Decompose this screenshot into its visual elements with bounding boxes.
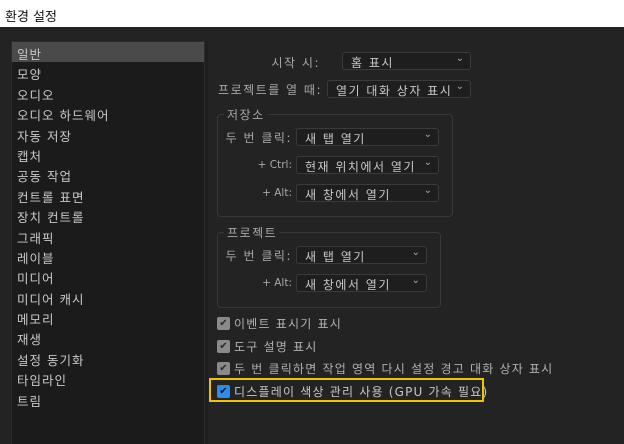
checkbox-label: 이벤트 표시기 표시 (234, 317, 342, 331)
bin-alt-dropdown[interactable]: 새 창에서 열기 ⌄ (296, 184, 439, 202)
open-project-label: 프로젝트를 열 때: (218, 83, 322, 97)
bin-alt-value: 새 창에서 열기 (305, 188, 391, 202)
sidebar-item-audio[interactable]: 오디오 (12, 83, 204, 103)
window-title: 환경 설정 (0, 0, 624, 27)
sidebar-item-playback[interactable]: 재생 (12, 327, 204, 347)
bin-double-click-value: 새 탭 열기 (305, 132, 366, 146)
project-group-title: 프로젝트 (224, 224, 281, 241)
bin-group-title: 저장소 (224, 106, 268, 123)
bin-double-click-dropdown[interactable]: 새 탭 열기 ⌄ (296, 128, 439, 146)
highlight-box (209, 378, 484, 402)
project-double-click-value: 새 탭 열기 (305, 250, 366, 264)
startup-value: 홈 표시 (351, 56, 394, 70)
workspace-reset-warning-checkbox[interactable]: ✔ 두 번 클릭하면 작업 영역 다시 설정 경고 대화 상자 표시 (217, 360, 553, 377)
startup-label: 시작 시: (271, 56, 320, 70)
project-alt-dropdown[interactable]: 새 창에서 열기 ⌄ (296, 274, 427, 292)
sidebar-item-control-surface[interactable]: 컨트롤 표면 (12, 185, 204, 205)
project-alt-label: + Alt: (262, 277, 292, 289)
checkmark-icon: ✔ (217, 340, 230, 353)
sidebar-item-graphics[interactable]: 그래픽 (12, 226, 204, 246)
project-double-click-dropdown[interactable]: 새 탭 열기 ⌄ (296, 246, 427, 264)
sidebar-item-media[interactable]: 미디어 (12, 266, 204, 286)
sidebar-item-device-control[interactable]: 장치 컨트롤 (12, 205, 204, 225)
show-event-indicators-checkbox[interactable]: ✔ 이벤트 표시기 표시 (217, 315, 342, 332)
project-group (217, 232, 441, 308)
project-double-click-label: 두 번 클릭: (225, 249, 292, 263)
chevron-down-icon: ⌄ (423, 185, 432, 196)
bin-ctrl-label: + Ctrl: (257, 159, 292, 171)
sidebar-item-trim[interactable]: 트림 (12, 389, 204, 409)
sidebar-item-capture[interactable]: 캡처 (12, 144, 204, 164)
sidebar-item-collaboration[interactable]: 공동 작업 (12, 164, 204, 184)
sidebar-item-general[interactable]: 일반 (12, 42, 204, 63)
bin-ctrl-value: 현재 위치에서 열기 (305, 160, 416, 174)
sidebar-item-auto-save[interactable]: 자동 저장 (12, 124, 204, 144)
bin-ctrl-dropdown[interactable]: 현재 위치에서 열기 ⌄ (296, 156, 439, 174)
chevron-down-icon: ⌄ (411, 275, 420, 286)
checkmark-icon: ✔ (217, 362, 230, 375)
project-alt-value: 새 창에서 열기 (305, 278, 391, 292)
startup-dropdown[interactable]: 홈 표시 ⌄ (342, 52, 471, 70)
open-project-value: 열기 대화 상자 표시 (336, 84, 453, 98)
checkbox-label: 두 번 클릭하면 작업 영역 다시 설정 경고 대화 상자 표시 (234, 362, 554, 376)
sidebar-item-timeline[interactable]: 타임라인 (12, 368, 204, 388)
open-project-dropdown[interactable]: 열기 대화 상자 표시 ⌄ (327, 80, 471, 98)
chevron-down-icon: ⌄ (423, 129, 432, 140)
sidebar-item-audio-hardware[interactable]: 오디오 하드웨어 (12, 103, 204, 123)
checkbox-label: 도구 설명 표시 (234, 340, 318, 354)
bin-double-click-label: 두 번 클릭: (225, 131, 292, 145)
sidebar-item-media-cache[interactable]: 미디어 캐시 (12, 287, 204, 307)
chevron-down-icon: ⌄ (455, 81, 464, 92)
sidebar-item-labels[interactable]: 레이블 (12, 246, 204, 266)
sidebar-item-sync-settings[interactable]: 설정 동기화 (12, 348, 204, 368)
checkmark-icon: ✔ (217, 317, 230, 330)
chevron-down-icon: ⌄ (411, 247, 420, 258)
sidebar-item-memory[interactable]: 메모리 (12, 307, 204, 327)
show-tooltips-checkbox[interactable]: ✔ 도구 설명 표시 (217, 338, 317, 355)
panel-divider[interactable] (205, 41, 208, 444)
sidebar-item-appearance[interactable]: 모양 (12, 62, 204, 82)
bin-alt-label: + Alt: (262, 187, 292, 199)
chevron-down-icon: ⌄ (455, 53, 464, 64)
preferences-category-list[interactable]: 일반 모양 오디오 오디오 하드웨어 자동 저장 캡처 공동 작업 컨트롤 표면… (11, 41, 205, 444)
chevron-down-icon: ⌄ (423, 157, 432, 168)
